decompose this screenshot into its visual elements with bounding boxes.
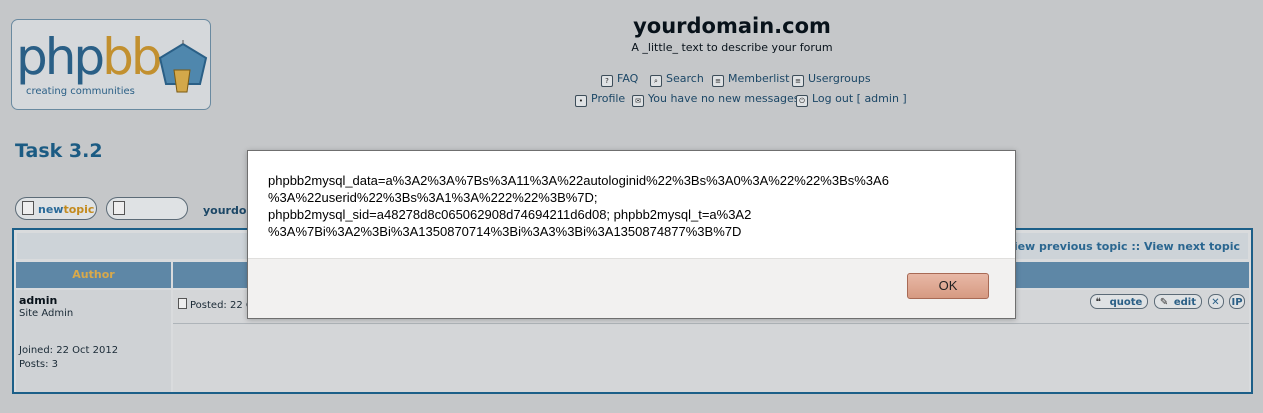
quote-button[interactable]: ❝ quote xyxy=(1089,294,1149,309)
phpbb-logo[interactable]: phpbb creating communities xyxy=(11,19,211,110)
nav-search[interactable]: ⌕ Search xyxy=(650,72,704,87)
edit-button[interactable]: ✎ edit xyxy=(1153,294,1202,309)
nav-memberlist[interactable]: ≡ Memberlist xyxy=(712,72,789,87)
post-author-cell: admin Site Admin Joined: 22 Oct 2012 Pos… xyxy=(16,290,171,392)
author-column-header: Author xyxy=(16,262,171,288)
new-topic-label-a: new xyxy=(38,203,64,216)
memberlist-icon: ≡ xyxy=(712,75,724,87)
nav-profile-label: Profile xyxy=(591,92,626,105)
poster-joined: Joined: 22 Oct 2012 xyxy=(19,345,119,356)
logo-wordmark: phpbb xyxy=(16,32,163,82)
nav-usergroups[interactable]: ≡ Usergroups xyxy=(792,72,871,87)
alert-footer: OK xyxy=(248,258,1015,318)
site-description: A _little_ text to describe your forum xyxy=(631,41,833,54)
logo-gem-icon xyxy=(158,40,208,93)
new-topic-icon xyxy=(22,201,34,215)
alert-message: phpbb2mysql_data=a%3A2%3A%7Bs%3A11%3A%22… xyxy=(268,172,988,240)
nav-faq[interactable]: ? FAQ xyxy=(601,72,638,87)
alert-message-line: phpbb2mysql_sid=a48278d8c065062908d74694… xyxy=(268,207,752,222)
nav-profile[interactable]: • Profile xyxy=(575,92,625,107)
nav-separator: :: xyxy=(1131,240,1141,253)
view-ip-button[interactable]: IP xyxy=(1229,294,1245,309)
new-topic-button[interactable]: newtopic xyxy=(15,197,97,220)
logout-icon: ⏻ xyxy=(796,95,808,107)
topic-title[interactable]: Task 3.2 xyxy=(15,140,103,162)
alert-message-line: %3A%7Bi%3A2%3Bi%3A1350870714%3Bi%3A3%3Bi… xyxy=(268,224,742,239)
nav-usergroups-label: Usergroups xyxy=(808,72,871,85)
quote-label: quote xyxy=(1109,297,1143,308)
faq-icon: ? xyxy=(601,75,613,87)
poster-rank: Site Admin xyxy=(19,308,74,319)
delete-post-button[interactable]: ✕ xyxy=(1207,294,1224,309)
poster-post-count: Posts: 3 xyxy=(19,359,59,370)
site-title: yourdomain.com xyxy=(633,14,831,38)
alert-message-line: phpbb2mysql_data=a%3A2%3A%7Bs%3A11%3A%22… xyxy=(268,173,889,188)
new-topic-label-b: topic xyxy=(63,203,95,216)
post-reply-button[interactable]: postreply xyxy=(106,197,188,239)
post-icon xyxy=(178,298,187,309)
post-actions: ❝ quote ✎ edit ✕ IP xyxy=(1088,294,1245,309)
quote-icon: ❝ xyxy=(1095,297,1102,308)
post-date-text: Posted: 22 O xyxy=(190,300,254,311)
post-divider xyxy=(173,323,1249,324)
edit-icon: ✎ xyxy=(1159,297,1169,308)
alert-message-line: %3A%22userid%22%3Bs%3A1%3A%222%22%3B%7D; xyxy=(268,190,598,205)
post-reply-icon xyxy=(113,201,125,215)
alert-dialog: phpbb2mysql_data=a%3A2%3A%7Bs%3A11%3A%22… xyxy=(247,150,1016,319)
nav-messages-label: You have no new messages xyxy=(648,92,800,105)
delete-icon: ✕ xyxy=(1211,297,1220,308)
logo-tagline: creating communities xyxy=(26,86,135,97)
nav-memberlist-label: Memberlist xyxy=(728,72,790,85)
usergroups-icon: ≡ xyxy=(792,75,804,87)
nav-faq-label: FAQ xyxy=(617,72,639,85)
nav-logout-label: Log out [ admin ] xyxy=(812,92,907,105)
logo-word-bb: bb xyxy=(102,28,163,86)
search-icon: ⌕ xyxy=(650,75,662,87)
nav-logout[interactable]: ⏻ Log out [ admin ] xyxy=(796,92,907,107)
ok-button[interactable]: OK xyxy=(907,273,989,299)
view-next-topic-link[interactable]: View next topic xyxy=(1144,240,1240,253)
messages-icon: ✉ xyxy=(632,95,644,107)
logo-word-php: php xyxy=(16,28,105,86)
ip-icon: IP xyxy=(1231,297,1243,308)
forum-page: phpbb creating communities yourdomain.co… xyxy=(0,0,1263,413)
edit-label: edit xyxy=(1173,297,1196,308)
view-previous-topic-link[interactable]: View previous topic xyxy=(1006,240,1128,253)
poster-name[interactable]: admin xyxy=(19,294,57,307)
post-date: Posted: 22 O xyxy=(178,298,254,311)
nav-private-messages[interactable]: ✉ You have no new messages xyxy=(632,92,800,107)
topic-navigation-links: View previous topic :: View next topic xyxy=(1006,240,1241,253)
nav-search-label: Search xyxy=(666,72,704,85)
profile-icon: • xyxy=(575,95,587,107)
